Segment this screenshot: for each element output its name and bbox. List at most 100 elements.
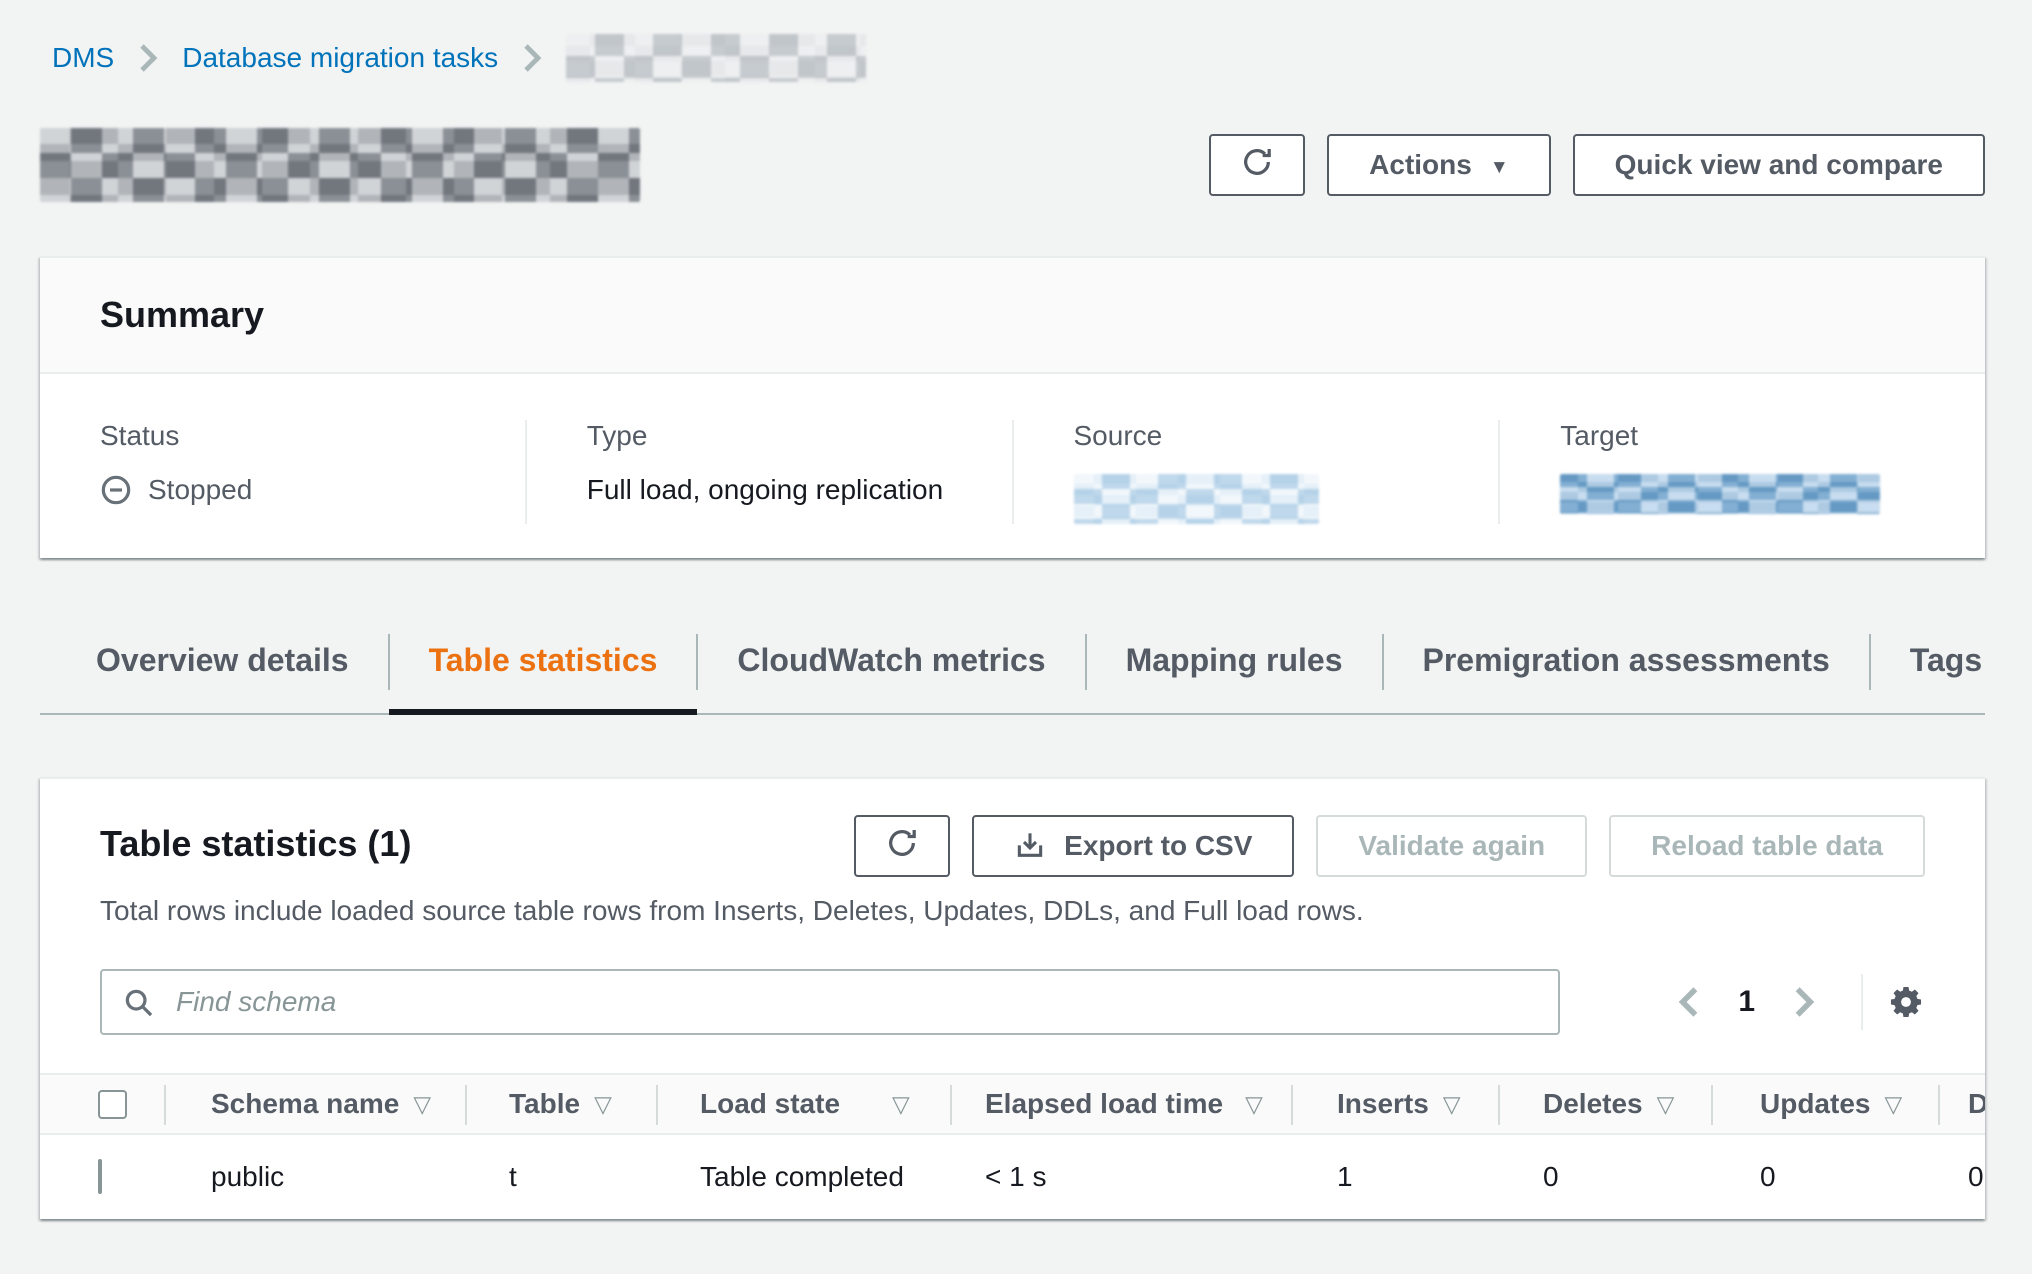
sort-icon[interactable]: ▽ xyxy=(1245,1091,1263,1118)
breadcrumb-link-dms[interactable]: DMS xyxy=(52,42,114,74)
table-panel-header: Table statistics (1) Export to CSV Valid… xyxy=(40,779,1985,877)
download-icon xyxy=(1014,830,1046,862)
row-checkbox[interactable] xyxy=(98,1159,102,1194)
refresh-icon xyxy=(1240,145,1274,186)
select-all-checkbox[interactable] xyxy=(98,1090,127,1119)
header-actions: Actions ▼ Quick view and compare xyxy=(1209,134,1985,196)
summary-field-target: Target xyxy=(1498,420,1985,524)
reload-table-data-button[interactable]: Reload table data xyxy=(1609,815,1925,877)
cell-schema-name: public xyxy=(166,1161,467,1193)
column-header-schema-name[interactable]: Schema name ▽ xyxy=(166,1075,467,1133)
select-all-checkbox-cell xyxy=(40,1075,166,1133)
gear-icon xyxy=(1887,983,1925,1021)
sort-icon[interactable]: ▽ xyxy=(1443,1091,1461,1118)
cell-inserts: 1 xyxy=(1293,1161,1500,1193)
tab-cloudwatch-metrics[interactable]: CloudWatch metrics xyxy=(697,620,1085,713)
summary-card-header: Summary xyxy=(40,258,1985,374)
table-refresh-button[interactable] xyxy=(854,815,950,877)
caret-down-icon: ▼ xyxy=(1490,158,1509,177)
table-header-row: Schema name ▽ Table ▽ Load state ▽ Elaps… xyxy=(40,1073,1985,1135)
column-label: Table xyxy=(509,1088,580,1120)
summary-card: Summary Status Stopped Type Full load, o… xyxy=(40,256,1985,558)
column-label: DDLs xyxy=(1968,1088,1985,1120)
type-value: Full load, ongoing replication xyxy=(587,474,952,506)
export-to-csv-button[interactable]: Export to CSV xyxy=(972,815,1294,877)
cell-deletes: 0 xyxy=(1500,1161,1713,1193)
cell-table: t xyxy=(467,1161,658,1193)
quick-view-and-compare-button[interactable]: Quick view and compare xyxy=(1573,134,1985,196)
tab-overview-details[interactable]: Overview details xyxy=(40,620,389,713)
quick-view-label: Quick view and compare xyxy=(1615,149,1943,181)
page-number[interactable]: 1 xyxy=(1716,985,1777,1019)
refresh-icon xyxy=(885,826,919,867)
summary-field-source: Source xyxy=(1012,420,1499,524)
find-schema-input[interactable] xyxy=(100,969,1560,1035)
target-label: Target xyxy=(1560,420,1925,452)
table-toolbar: Export to CSV Validate again Reload tabl… xyxy=(854,815,1925,877)
search-box xyxy=(100,969,1560,1035)
status-label: Status xyxy=(100,420,465,452)
column-header-inserts[interactable]: Inserts ▽ xyxy=(1293,1075,1500,1133)
source-redacted xyxy=(1074,474,1319,524)
column-header-table[interactable]: Table ▽ xyxy=(467,1075,658,1133)
summary-title: Summary xyxy=(100,294,1925,336)
column-label: Schema name xyxy=(211,1088,399,1120)
source-label: Source xyxy=(1074,420,1439,452)
table-row[interactable]: public t Table completed < 1 s 1 0 0 0 xyxy=(40,1135,1985,1219)
table-statistics-table: Schema name ▽ Table ▽ Load state ▽ Elaps… xyxy=(40,1073,1985,1219)
summary-body: Status Stopped Type Full load, ongoing r… xyxy=(40,374,1985,558)
column-label: Load state xyxy=(700,1088,840,1120)
next-page-button[interactable] xyxy=(1777,985,1831,1019)
column-header-deletes[interactable]: Deletes ▽ xyxy=(1500,1075,1713,1133)
sort-icon[interactable]: ▽ xyxy=(1657,1091,1675,1118)
pager-divider xyxy=(1861,974,1863,1030)
sort-icon[interactable]: ▽ xyxy=(1884,1091,1902,1118)
tab-table-statistics[interactable]: Table statistics xyxy=(389,620,698,713)
cell-load-state: Table completed xyxy=(658,1161,952,1193)
pagination: 1 xyxy=(1662,974,1925,1030)
tab-mapping-rules[interactable]: Mapping rules xyxy=(1086,620,1383,713)
source-value xyxy=(1074,474,1439,524)
tab-tags[interactable]: Tags xyxy=(1870,620,2022,713)
sort-icon[interactable]: ▽ xyxy=(892,1091,910,1118)
breadcrumb-chevron-icon xyxy=(520,42,544,74)
refresh-button[interactable] xyxy=(1209,134,1305,196)
cell-ddls: 0 xyxy=(1940,1161,1985,1193)
table-statistics-card: Table statistics (1) Export to CSV Valid… xyxy=(40,777,1985,1219)
previous-page-button[interactable] xyxy=(1662,985,1716,1019)
column-label: Elapsed load time xyxy=(985,1088,1223,1120)
status-stopped-icon xyxy=(100,474,132,506)
page: DMS Database migration tasks Actions ▼ Q… xyxy=(40,0,1985,1219)
column-label: Deletes xyxy=(1543,1088,1643,1120)
table-description: Total rows include loaded source table r… xyxy=(40,877,1985,927)
validate-again-button[interactable]: Validate again xyxy=(1316,815,1587,877)
cell-updates: 0 xyxy=(1713,1161,1940,1193)
sort-icon[interactable]: ▽ xyxy=(413,1091,431,1118)
reload-table-data-label: Reload table data xyxy=(1651,830,1883,862)
column-header-load-state[interactable]: Load state ▽ xyxy=(658,1075,952,1133)
page-header: Actions ▼ Quick view and compare xyxy=(40,128,1985,202)
breadcrumb-chevron-icon xyxy=(136,42,160,74)
validate-again-label: Validate again xyxy=(1358,830,1545,862)
actions-dropdown-button[interactable]: Actions ▼ xyxy=(1327,134,1551,196)
column-header-updates[interactable]: Updates ▽ xyxy=(1713,1075,1940,1133)
status-text: Stopped xyxy=(148,474,252,506)
cell-elapsed-load-time: < 1 s xyxy=(952,1161,1293,1193)
search-icon xyxy=(122,986,156,1025)
breadcrumb: DMS Database migration tasks xyxy=(40,34,1985,82)
column-header-elapsed-load-time[interactable]: Elapsed load time ▽ xyxy=(952,1075,1293,1133)
tab-premigration-assessments[interactable]: Premigration assessments xyxy=(1383,620,1870,713)
export-to-csv-label: Export to CSV xyxy=(1064,830,1252,862)
actions-label: Actions xyxy=(1369,149,1472,181)
settings-gear-button[interactable] xyxy=(1887,983,1925,1021)
page-title-redacted xyxy=(40,128,640,202)
column-label: Updates xyxy=(1760,1088,1870,1120)
target-redacted xyxy=(1560,474,1880,514)
column-header-ddls[interactable]: DDLs ▽ xyxy=(1940,1075,1985,1133)
target-value xyxy=(1560,474,1925,514)
type-label: Type xyxy=(587,420,952,452)
breadcrumb-link-tasks[interactable]: Database migration tasks xyxy=(182,42,498,74)
summary-field-status: Status Stopped xyxy=(40,420,525,524)
breadcrumb-redacted-task-name xyxy=(566,34,866,82)
sort-icon[interactable]: ▽ xyxy=(594,1091,612,1118)
